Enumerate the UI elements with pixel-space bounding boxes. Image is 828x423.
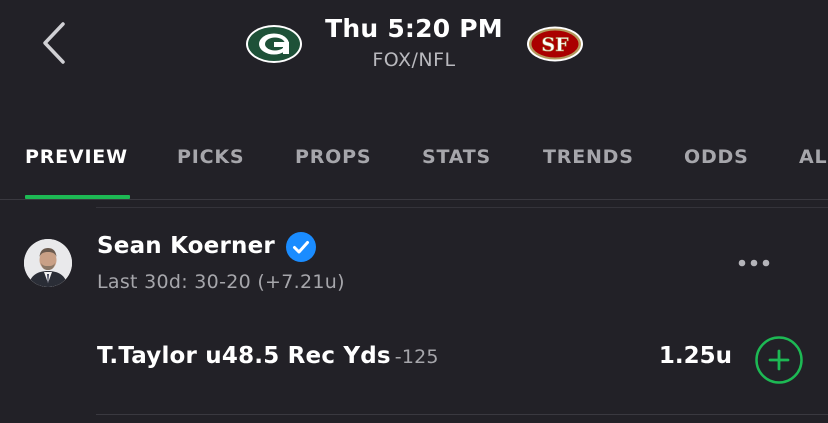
- game-time: Thu 5:20 PM: [325, 14, 503, 43]
- packers-logo[interactable]: [245, 24, 303, 64]
- author-avatar[interactable]: [24, 239, 72, 287]
- card-bottom-divider: [96, 414, 828, 415]
- broadcast-network: FOX/NFL: [372, 49, 456, 71]
- verified-check-icon: [286, 232, 316, 262]
- tab-trends[interactable]: TRENDS: [543, 146, 634, 168]
- tab-all[interactable]: AL: [799, 146, 827, 168]
- plus-circle-icon: [755, 336, 803, 384]
- author-name[interactable]: Sean Koerner: [97, 233, 275, 259]
- game-header: Thu 5:20 PM FOX/NFL SF: [0, 0, 828, 100]
- pick-selection: T.Taylor u48.5 Rec Yds: [97, 343, 391, 369]
- 49ers-logo[interactable]: SF: [526, 24, 584, 64]
- more-horizontal-icon[interactable]: [736, 255, 772, 271]
- pick-odds: -125: [394, 346, 439, 368]
- svg-text:SF: SF: [541, 34, 569, 56]
- pick-row[interactable]: T.Taylor u48.5 Rec Yds -125: [97, 343, 439, 369]
- card-divider: [96, 207, 828, 208]
- chevron-left-icon: [43, 22, 65, 64]
- tab-bar: PREVIEW PICKS PROPS STATS TRENDS ODDS AL: [0, 128, 828, 200]
- tabs-divider: [0, 199, 828, 200]
- tab-odds[interactable]: ODDS: [684, 146, 749, 168]
- tab-stats[interactable]: STATS: [422, 146, 491, 168]
- back-button[interactable]: [36, 20, 72, 66]
- add-pick-button[interactable]: [755, 336, 803, 384]
- tab-picks[interactable]: PICKS: [177, 146, 244, 168]
- pick-units: 1.25u: [658, 343, 732, 369]
- tab-props[interactable]: PROPS: [295, 146, 371, 168]
- author-record: Last 30d: 30-20 (+7.21u): [97, 271, 345, 293]
- tab-preview[interactable]: PREVIEW: [25, 146, 128, 168]
